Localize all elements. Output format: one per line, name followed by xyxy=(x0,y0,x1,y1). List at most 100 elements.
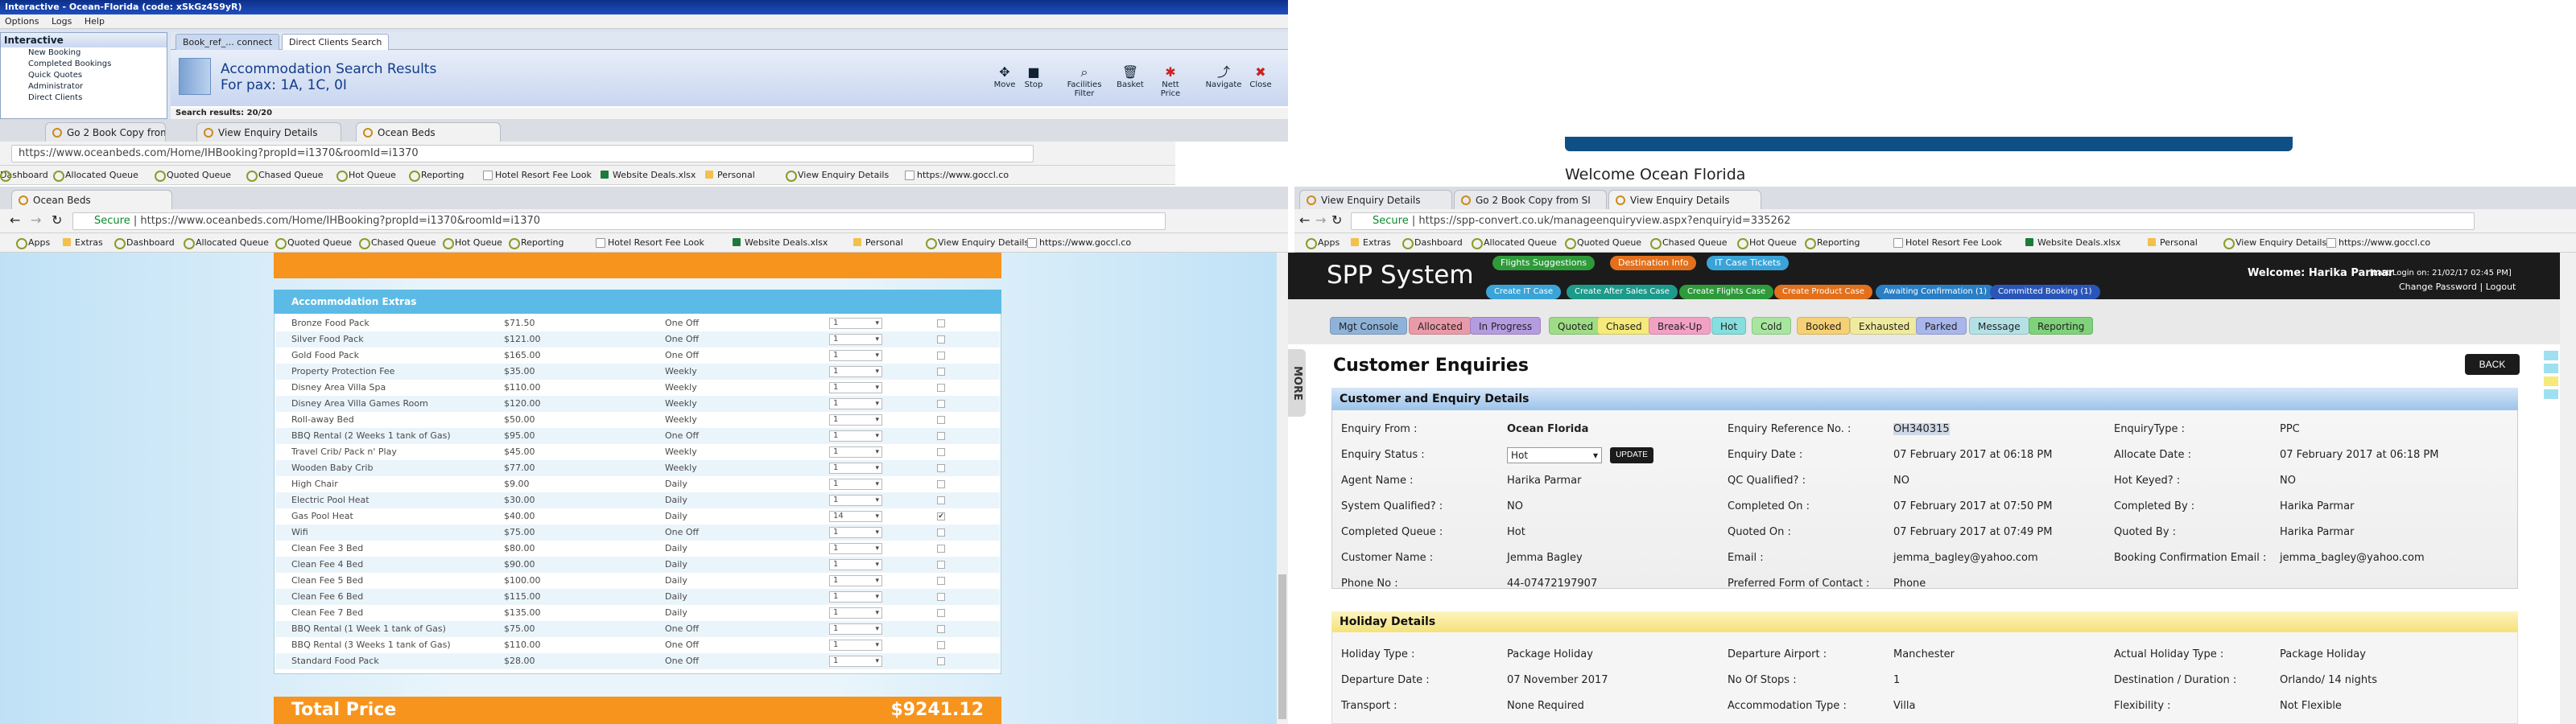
extra-quantity-select[interactable]: 1 xyxy=(829,656,882,667)
extra-checkbox[interactable] xyxy=(937,400,945,408)
back-arrow-icon[interactable]: ← xyxy=(10,212,20,228)
bookmark-hot-queue[interactable]: Hot Queue xyxy=(443,237,502,249)
extra-quantity-select[interactable]: 1 xyxy=(829,430,882,442)
extra-quantity-select[interactable]: 1 xyxy=(829,446,882,458)
navigate-tool[interactable]: ⤴ Navigate xyxy=(1204,64,1243,89)
extra-quantity-select[interactable]: 1 xyxy=(829,543,882,554)
spp-top-tab[interactable]: Destination Info xyxy=(1610,256,1697,270)
reload-icon[interactable]: ↻ xyxy=(52,212,62,228)
forward-arrow-icon[interactable]: → xyxy=(1315,212,1326,228)
extra-checkbox[interactable] xyxy=(937,577,945,585)
extra-quantity-select[interactable]: 1 xyxy=(829,398,882,409)
bookmark-dashboard[interactable]: Dashboard xyxy=(114,237,175,249)
extra-quantity-select[interactable]: 14 xyxy=(829,511,882,522)
spp-nav-tab[interactable]: Cold xyxy=(1752,317,1791,335)
stop-tool[interactable]: ■ Stop xyxy=(1014,64,1053,89)
bookmark-website-deals[interactable]: Website Deals.xlsx xyxy=(601,169,696,182)
extra-checkbox[interactable] xyxy=(937,609,945,617)
extra-quantity-select[interactable]: 1 xyxy=(829,366,882,377)
spp-nav-tab[interactable]: Parked xyxy=(1916,317,1967,335)
extra-checkbox[interactable] xyxy=(937,561,945,569)
bookmark-view-enquiry[interactable]: View Enquiry Details xyxy=(786,169,889,182)
bookmark-personal[interactable]: Personal xyxy=(853,237,903,249)
bookmark-allocated-queue[interactable]: Allocated Queue xyxy=(1472,237,1557,249)
nav-item-quick-quotes[interactable]: Quick Quotes xyxy=(1,70,167,81)
forward-arrow-icon[interactable]: → xyxy=(31,212,41,228)
more-side-tab[interactable]: MORE xyxy=(1288,349,1306,417)
spp-nav-tab[interactable]: Reporting xyxy=(2029,317,2094,335)
spp-sub-tab[interactable]: Create Flights Case xyxy=(1679,285,1774,299)
app-tab-direct-clients-search[interactable]: Direct Clients Search xyxy=(282,34,390,50)
extra-checkbox[interactable]: ✔ xyxy=(937,512,945,520)
extra-checkbox[interactable] xyxy=(937,496,945,504)
bookmark-view-enquiry[interactable]: View Enquiry Details xyxy=(926,237,1029,249)
bookmark-apps[interactable]: Apps xyxy=(1306,237,1340,249)
bookmark-hotel-resort-fee[interactable]: Hotel Resort Fee Look xyxy=(1893,237,2002,249)
spp-sub-tab[interactable]: Create IT Case xyxy=(1486,285,1562,299)
bookmark-dashboard[interactable]: Dashboard xyxy=(1402,237,1463,249)
app-tab-booking[interactable]: Book_ref_... connect xyxy=(175,34,280,50)
extra-checkbox[interactable] xyxy=(937,352,945,360)
menu-options[interactable]: Options xyxy=(5,16,39,27)
extra-checkbox[interactable] xyxy=(937,480,945,488)
extra-checkbox[interactable] xyxy=(937,416,945,424)
logout-link[interactable]: Logout xyxy=(2486,282,2516,292)
bookmark-extras[interactable]: Extras xyxy=(63,237,103,249)
spp-sub-tab[interactable]: Awaiting Confirmation (1) xyxy=(1876,285,1996,299)
nav-item-direct-clients[interactable]: Direct Clients xyxy=(1,93,167,104)
left-scrollbar-thumb[interactable] xyxy=(1278,574,1286,719)
extra-checkbox[interactable] xyxy=(937,593,945,601)
bookmark-hot-queue[interactable]: Hot Queue xyxy=(1737,237,1797,249)
right-address-bar[interactable]: Secure | https://spp-convert.co.uk/manag… xyxy=(1351,212,2475,230)
bookmark-allocated-queue[interactable]: Allocated Queue xyxy=(53,169,138,182)
bookmark-reporting[interactable]: Reporting xyxy=(509,237,564,249)
extra-checkbox[interactable] xyxy=(937,464,945,472)
bookmark-chased-queue[interactable]: Chased Queue xyxy=(359,237,436,249)
extra-checkbox[interactable] xyxy=(937,384,945,392)
extra-quantity-select[interactable]: 1 xyxy=(829,463,882,474)
bookmark-apps[interactable]: Apps xyxy=(16,237,50,249)
left-address-bar[interactable]: Secure | https://www.oceanbeds.com/Home/… xyxy=(72,212,1166,230)
back-button[interactable]: BACK xyxy=(2465,354,2520,375)
enquiry-status-select[interactable]: Hot xyxy=(1507,447,1602,463)
extra-checkbox[interactable] xyxy=(937,368,945,376)
change-password-link[interactable]: Change Password xyxy=(2399,282,2477,292)
extra-quantity-select[interactable]: 1 xyxy=(829,575,882,586)
extra-quantity-select[interactable]: 1 xyxy=(829,334,882,345)
spp-top-tab[interactable]: Flights Suggestions xyxy=(1492,256,1596,270)
spp-sub-tab[interactable]: Create Product Case xyxy=(1774,285,1873,299)
extra-quantity-select[interactable]: 1 xyxy=(829,382,882,393)
nav-item-new-booking[interactable]: New Booking xyxy=(1,47,167,59)
bookmark-goccl[interactable]: https://www.goccl.co xyxy=(2326,237,2430,249)
bookmark-hot-queue[interactable]: Hot Queue xyxy=(336,169,396,182)
right-scrollbar[interactable] xyxy=(2560,253,2576,724)
menu-help[interactable]: Help xyxy=(85,16,105,27)
spp-nav-tab[interactable]: Booked xyxy=(1797,317,1851,335)
spp-sub-tab[interactable]: Committed Booking (1) xyxy=(1990,285,2100,299)
bookmark-website-deals[interactable]: Website Deals.xlsx xyxy=(2025,237,2120,249)
update-button[interactable]: UPDATE xyxy=(1610,447,1653,463)
basket-tool[interactable]: 🗑 Basket xyxy=(1111,64,1150,89)
spp-nav-tab[interactable]: Hot xyxy=(1711,317,1747,335)
right-tab-view-enquiry-1[interactable]: View Enquiry Details xyxy=(1299,190,1452,209)
extra-quantity-select[interactable]: 1 xyxy=(829,640,882,651)
extra-quantity-select[interactable]: 1 xyxy=(829,591,882,603)
spp-nav-tab[interactable]: Quoted xyxy=(1549,317,1603,335)
spp-nav-tab[interactable]: Exhausted xyxy=(1850,317,1919,335)
bookmark-personal[interactable]: Personal xyxy=(705,169,755,182)
bookmark-quoted-queue[interactable]: Quoted Queue xyxy=(155,169,231,182)
right-tab-go2book[interactable]: Go 2 Book Copy from SI xyxy=(1454,190,1607,209)
extra-quantity-select[interactable]: 1 xyxy=(829,479,882,490)
nett-price-tool[interactable]: ✱ Nett Price xyxy=(1151,64,1190,98)
extra-quantity-select[interactable]: 1 xyxy=(829,559,882,570)
left-tab-ocean-beds[interactable]: Ocean Beds xyxy=(11,190,172,209)
extra-quantity-select[interactable]: 1 xyxy=(829,527,882,538)
bookmark-chased-queue[interactable]: Chased Queue xyxy=(246,169,324,182)
extra-quantity-select[interactable]: 1 xyxy=(829,318,882,329)
nav-item-completed-bookings[interactable]: Completed Bookings xyxy=(1,59,167,70)
bookmark-goccl[interactable]: https://www.goccl.co xyxy=(1027,237,1131,249)
bookmark-allocated-queue[interactable]: Allocated Queue xyxy=(184,237,269,249)
close-tool[interactable]: ✖ Close xyxy=(1241,64,1280,89)
extra-checkbox[interactable] xyxy=(937,448,945,456)
bg-tab-view-enquiry[interactable]: View Enquiry Details xyxy=(196,122,341,142)
